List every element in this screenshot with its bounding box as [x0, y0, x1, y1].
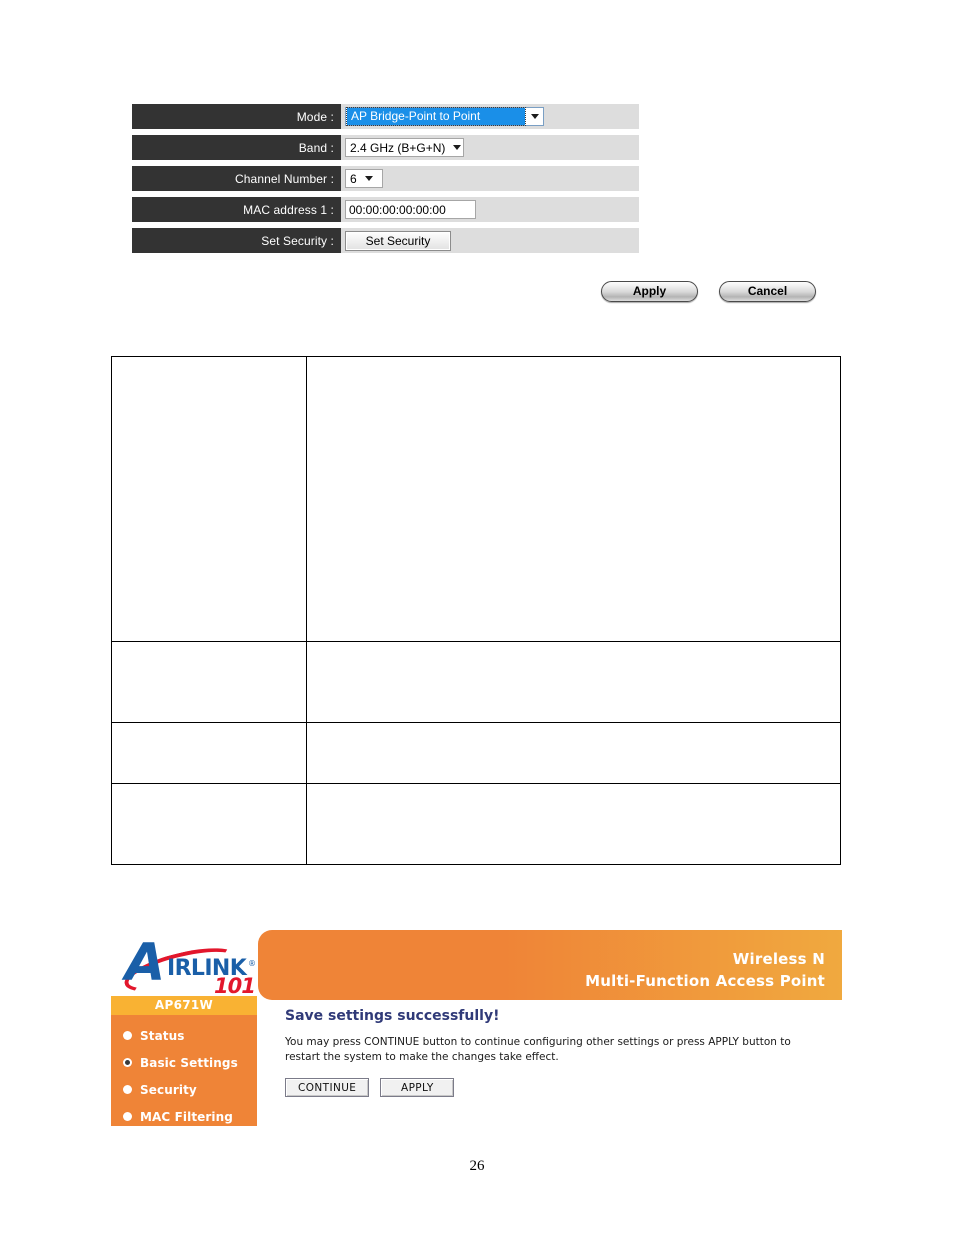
- sidebar-item-status[interactable]: Status: [111, 1022, 257, 1049]
- form-row-mac-address-1: MAC address 1 :: [132, 197, 639, 222]
- table-cell-term: [111, 722, 307, 784]
- table-cell-definition: [305, 722, 842, 784]
- table-cell-term: [111, 641, 307, 723]
- set-security-button[interactable]: Set Security: [345, 230, 451, 251]
- page-number: 26: [469, 1158, 485, 1174]
- value-channel-number: 6: [341, 166, 639, 191]
- bullet-icon: [123, 1112, 132, 1121]
- ui-content-pane: Save settings successfully! You may pres…: [285, 1008, 841, 1097]
- save-settings-description: You may press CONTINUE button to continu…: [285, 1036, 791, 1063]
- ui-header-banner: Wireless N Multi-Function Access Point: [258, 930, 842, 1000]
- chevron-down-icon[interactable]: [526, 108, 543, 125]
- chevron-down-icon[interactable]: [364, 176, 373, 181]
- table-row: [111, 722, 842, 784]
- bullet-icon: [123, 1031, 132, 1040]
- continue-button[interactable]: CONTINUE: [285, 1078, 370, 1097]
- save-settings-button-row: CONTINUE APPLY: [285, 1078, 841, 1097]
- form-row-set-security: Set Security : Set Security: [132, 228, 639, 253]
- save-settings-title: Save settings successfully!: [285, 1008, 500, 1024]
- table-cell-term: [111, 356, 307, 642]
- cancel-button[interactable]: Cancel: [719, 281, 816, 302]
- banner-title-line1: Wireless N: [732, 950, 825, 968]
- sidebar-menu: Status Basic Settings Security MAC Filte…: [111, 1015, 257, 1126]
- registered-trademark-icon: ®: [248, 959, 256, 968]
- logo-model-number: 101: [214, 974, 256, 998]
- table-cell-term: [111, 783, 307, 865]
- label-mac-address-1: MAC address 1 :: [132, 197, 341, 222]
- band-select[interactable]: 2.4 GHz (B+G+N): [345, 138, 465, 157]
- table-cell-definition: [305, 641, 842, 723]
- apply-button[interactable]: Apply: [601, 281, 698, 302]
- band-select-value: 2.4 GHz (B+G+N): [350, 140, 446, 155]
- table-cell-definition: [305, 356, 842, 642]
- mac-address-1-input[interactable]: [345, 200, 476, 219]
- ui-sidebar: AP671W Status Basic Settings Security MA…: [111, 996, 257, 1126]
- sidebar-item-label: MAC Filtering: [140, 1109, 233, 1124]
- parameter-description-table: [111, 356, 842, 865]
- apply-restart-button[interactable]: APPLY: [380, 1078, 455, 1097]
- label-band: Band :: [132, 135, 341, 160]
- sidebar-item-basic-settings[interactable]: Basic Settings: [111, 1049, 257, 1076]
- label-set-security: Set Security :: [132, 228, 341, 253]
- sidebar-model-label: AP671W: [111, 996, 257, 1015]
- banner-title-line2: Multi-Function Access Point: [585, 972, 825, 990]
- table-row: [111, 356, 842, 642]
- bullet-selected-icon: [123, 1058, 132, 1067]
- sidebar-item-label: Security: [140, 1082, 197, 1097]
- router-admin-ui-screenshot: A IRLINK ® 101 Wireless N Multi-Function…: [111, 930, 842, 1126]
- sidebar-item-mac-filtering[interactable]: MAC Filtering: [111, 1103, 257, 1126]
- value-mac-address-1: [341, 197, 639, 222]
- form-action-buttons: Apply Cancel: [601, 281, 816, 302]
- value-mode: AP Bridge-Point to Point: [341, 104, 639, 129]
- sidebar-item-security[interactable]: Security: [111, 1076, 257, 1103]
- mode-select[interactable]: AP Bridge-Point to Point: [345, 107, 544, 126]
- form-row-band: Band : 2.4 GHz (B+G+N): [132, 135, 639, 160]
- sidebar-item-label: Basic Settings: [140, 1055, 238, 1070]
- form-row-channel-number: Channel Number : 6: [132, 166, 639, 191]
- logo-letter-a: A: [125, 933, 165, 993]
- channel-number-select[interactable]: 6: [345, 169, 383, 188]
- chevron-down-icon[interactable]: [453, 145, 462, 150]
- sidebar-item-label: Status: [140, 1028, 185, 1043]
- form-row-mode: Mode : AP Bridge-Point to Point: [132, 104, 639, 129]
- value-set-security: Set Security: [341, 228, 639, 253]
- table-row: [111, 641, 842, 723]
- value-band: 2.4 GHz (B+G+N): [341, 135, 639, 160]
- airlink-101-logo: A IRLINK ® 101: [120, 933, 261, 1001]
- wireless-config-form: Mode : AP Bridge-Point to Point Band : 2…: [132, 104, 639, 259]
- table-row: [111, 783, 842, 865]
- table-cell-definition: [305, 783, 842, 865]
- label-mode: Mode :: [132, 104, 341, 129]
- bullet-icon: [123, 1085, 132, 1094]
- channel-number-select-value: 6: [350, 171, 357, 186]
- mode-select-value: AP Bridge-Point to Point: [346, 107, 526, 126]
- label-channel-number: Channel Number :: [132, 166, 341, 191]
